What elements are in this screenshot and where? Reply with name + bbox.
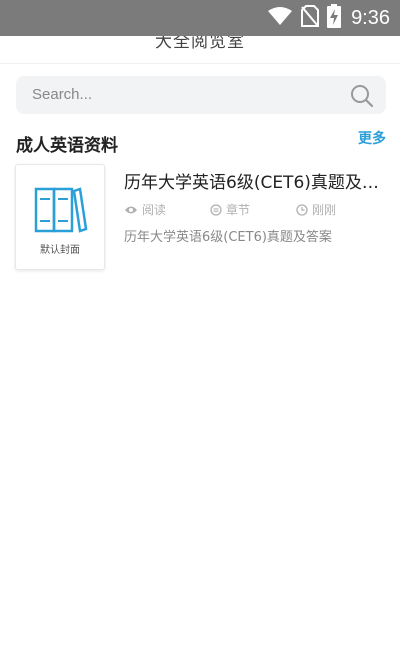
chapter-icon xyxy=(210,203,222,216)
book-cover[interactable]: 默认封面 xyxy=(15,164,105,270)
clock-icon xyxy=(296,203,308,216)
book-meta: 阅读 章节 刚刚 xyxy=(124,201,379,217)
book-list-item[interactable]: 默认封面 历年大学英语6级(CET6)真题及答案 阅读 章节 刚刚 历年大学英语… xyxy=(15,164,385,274)
battery-charging-icon xyxy=(327,4,342,32)
cover-label: 默认封面 xyxy=(40,245,80,256)
search-placeholder: Search... xyxy=(32,86,93,103)
status-time: 9:36 xyxy=(351,6,390,29)
meta-time-label: 刚刚 xyxy=(312,203,337,217)
eye-icon xyxy=(124,205,138,215)
more-link[interactable]: 更多 xyxy=(358,128,386,148)
meta-chapter-label: 章节 xyxy=(226,203,251,217)
app-header: 大全阅览室 xyxy=(0,36,400,64)
status-bar: 9:36 xyxy=(0,0,400,36)
book-title[interactable]: 历年大学英语6级(CET6)真题及答案 xyxy=(124,168,379,193)
no-sim-icon xyxy=(301,5,320,31)
search-input[interactable]: Search... xyxy=(16,76,386,114)
book-description: 历年大学英语6级(CET6)真题及答案 xyxy=(124,230,332,245)
search-icon[interactable] xyxy=(350,84,374,108)
meta-time: 刚刚 xyxy=(296,201,336,218)
section-title: 成人英语资料 xyxy=(16,136,118,156)
page-title: 大全阅览室 xyxy=(155,36,245,52)
wifi-icon xyxy=(267,6,293,30)
section-header: 成人英语资料 更多 xyxy=(16,128,386,156)
meta-read-label: 阅读 xyxy=(142,203,167,217)
status-icons: 9:36 xyxy=(267,0,390,36)
meta-read: 阅读 xyxy=(124,201,166,218)
meta-chapter: 章节 xyxy=(210,201,250,218)
book-cover-icon xyxy=(34,185,88,235)
